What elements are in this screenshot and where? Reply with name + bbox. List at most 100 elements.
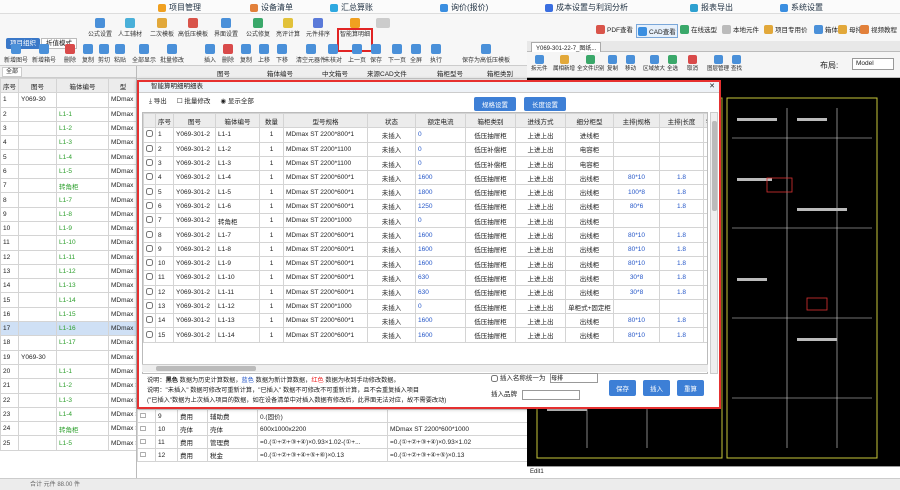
- col-header[interactable]: 序号: [0, 77, 19, 94]
- menu-project[interactable]: 项目管理: [158, 2, 201, 13]
- cell-qty[interactable]: 1: [259, 155, 284, 172]
- cell-drawing[interactable]: Y069-301-2: [173, 270, 216, 286]
- row-checkbox[interactable]: [143, 327, 156, 343]
- cell-d[interactable]: =0.(①+②+③+④+⑤+⑥)×0.13: [257, 448, 388, 462]
- table-row[interactable]: 17 L1-16 MDmax: [0, 321, 136, 337]
- cell-box[interactable]: L1-9: [56, 220, 109, 237]
- cell-current[interactable]: 630: [415, 270, 466, 286]
- table-row[interactable]: 22 L1-3MDmax ST 2200*600*1: [0, 392, 136, 408]
- cell-sub[interactable]: 出线柜: [565, 270, 614, 286]
- table-row[interactable]: 8 Y069-301-2 L1-7 1 MDmax ST 2200*600*1 未插入 16…: [143, 227, 707, 243]
- row-checkbox-input[interactable]: [146, 130, 153, 138]
- cell-model[interactable]: MDmax ST 2200*1100: [283, 155, 368, 172]
- cell-c[interactable]: 税金: [207, 448, 258, 462]
- filter-select[interactable]: 全部: [2, 66, 23, 77]
- table-row[interactable]: ☐ 11 费用 管理费 =0.(①+②+③+④)×0.93×1.02-(①+... =0.…: [137, 435, 527, 449]
- cell-box[interactable]: L1-1: [56, 106, 109, 122]
- cell-qty[interactable]: 1: [259, 213, 284, 229]
- delete2-button[interactable]: 删除: [222, 44, 234, 64]
- cell-box[interactable]: L1-5: [215, 184, 260, 200]
- cad-tool-zoom[interactable]: 区域放大: [643, 55, 665, 72]
- row-checkbox[interactable]: [143, 298, 156, 315]
- cell-no[interactable]: 14: [0, 278, 19, 294]
- cell-model[interactable]: MDmax: [108, 278, 136, 294]
- col-header[interactable]: 图号: [18, 77, 57, 94]
- cell-cat[interactable]: 低压抽屉柜: [465, 127, 516, 143]
- cell-model[interactable]: MDmax: [108, 263, 136, 280]
- cad-tool-cancel[interactable]: 取消: [687, 55, 698, 72]
- cell-no[interactable]: 8: [155, 227, 174, 243]
- cell-qty[interactable]: 1: [259, 255, 284, 272]
- row-checkbox[interactable]: [143, 155, 156, 172]
- cell-drawing[interactable]: [18, 135, 57, 151]
- insert-dialog-button[interactable]: 插入: [643, 380, 670, 396]
- cell-len[interactable]: 1.8: [659, 270, 704, 286]
- cell-model[interactable]: MDmax: [108, 92, 136, 108]
- menu-device-list[interactable]: 设备清单: [250, 2, 293, 13]
- cell-drawing[interactable]: Y069-301-2: [173, 170, 216, 186]
- cell-drawing[interactable]: [18, 421, 57, 437]
- cell-spec[interactable]: [613, 127, 660, 143]
- cad-tool-layers[interactable]: 图层管理: [707, 55, 729, 72]
- col-header[interactable]: [143, 113, 156, 129]
- row-checkbox-input[interactable]: [146, 273, 153, 281]
- horizontal-scrollbar[interactable]: [142, 364, 708, 372]
- cell-box[interactable]: L1-4: [56, 406, 109, 423]
- row-checkbox[interactable]: [143, 184, 156, 200]
- cell-box[interactable]: L1-15: [56, 306, 109, 323]
- fullscreen-button[interactable]: 全屏: [410, 44, 422, 64]
- cell-cat[interactable]: 低压抽屉柜: [465, 213, 516, 229]
- col-header[interactable]: 中文箱号: [322, 68, 348, 78]
- col-header[interactable]: 数量: [259, 113, 284, 129]
- cell-spec[interactable]: 80*6: [613, 198, 660, 215]
- cell-drawing[interactable]: [18, 406, 57, 423]
- cell-len[interactable]: 1.8: [659, 327, 704, 343]
- cell-no[interactable]: 7: [0, 178, 19, 194]
- table-row[interactable]: 9 L1-8 MDmax: [0, 206, 136, 222]
- col-header[interactable]: 进线方式: [515, 113, 566, 129]
- export-button[interactable]: ⤓ 导出: [149, 95, 167, 106]
- cell-model[interactable]: MDmax ST 2200*600*1: [283, 284, 368, 300]
- cad-tool-recognize[interactable]: 全文件识别: [577, 55, 605, 72]
- cell-no[interactable]: 14: [155, 313, 174, 329]
- cell-no[interactable]: 7: [155, 213, 174, 229]
- cell-box[interactable]: L1-17: [56, 335, 109, 351]
- cell-status[interactable]: 未插入: [367, 213, 416, 229]
- cell-box[interactable]: L1-6: [215, 198, 260, 215]
- cell-sub[interactable]: 出线柜: [565, 327, 614, 343]
- cell-drawing[interactable]: Y069-301-2: [173, 284, 216, 300]
- cell-len[interactable]: 1.8: [659, 184, 704, 200]
- cad-tool-find[interactable]: 查找: [731, 55, 742, 72]
- cad-tool-split[interactable]: 拆元件: [531, 55, 548, 72]
- cell-sub[interactable]: 出线柜: [565, 184, 614, 200]
- close-icon[interactable]: ✕: [709, 82, 715, 92]
- cell-no[interactable]: 10: [0, 220, 19, 237]
- next-page-button[interactable]: 下一页: [388, 44, 406, 64]
- row-checkbox-input[interactable]: [146, 173, 153, 181]
- table-row[interactable]: 10 L1-9 MDmax: [0, 220, 136, 237]
- local-parts-button[interactable]: 本地元件: [722, 24, 759, 34]
- menu-settings[interactable]: 系统设置: [780, 2, 823, 13]
- cell-box[interactable]: L1-1: [215, 127, 260, 143]
- cell-status[interactable]: 未插入: [367, 241, 416, 257]
- cell-qty[interactable]: 1: [259, 284, 284, 300]
- cell-drawing[interactable]: Y069-301-2: [173, 327, 216, 343]
- formula-repair-button[interactable]: 公式修复: [246, 18, 270, 38]
- col-header[interactable]: 零: [703, 113, 707, 129]
- cell-box[interactable]: L1-4: [215, 170, 260, 186]
- cell-inlet[interactable]: 上进上出: [515, 198, 566, 215]
- recalc-dialog-button[interactable]: 重算: [677, 380, 704, 396]
- cell-drawing[interactable]: [18, 378, 57, 394]
- scroll-thumb[interactable]: [712, 121, 717, 211]
- table-row[interactable]: 7 转角柜 MDmax: [0, 178, 136, 194]
- cell-len[interactable]: 1.8: [659, 241, 704, 257]
- layout-select[interactable]: Model: [852, 58, 894, 70]
- cell-no[interactable]: 3: [0, 120, 19, 137]
- cell-status[interactable]: 未插入: [367, 127, 416, 143]
- cell-spec[interactable]: 80*10: [613, 313, 660, 329]
- col-header[interactable]: 型号规格: [283, 113, 368, 129]
- cell-sub[interactable]: 电容柜: [565, 155, 614, 172]
- cell-box[interactable]: L1-13: [215, 313, 260, 329]
- cell-cat[interactable]: 低压抽屉柜: [465, 170, 516, 186]
- cell-len[interactable]: [659, 141, 704, 157]
